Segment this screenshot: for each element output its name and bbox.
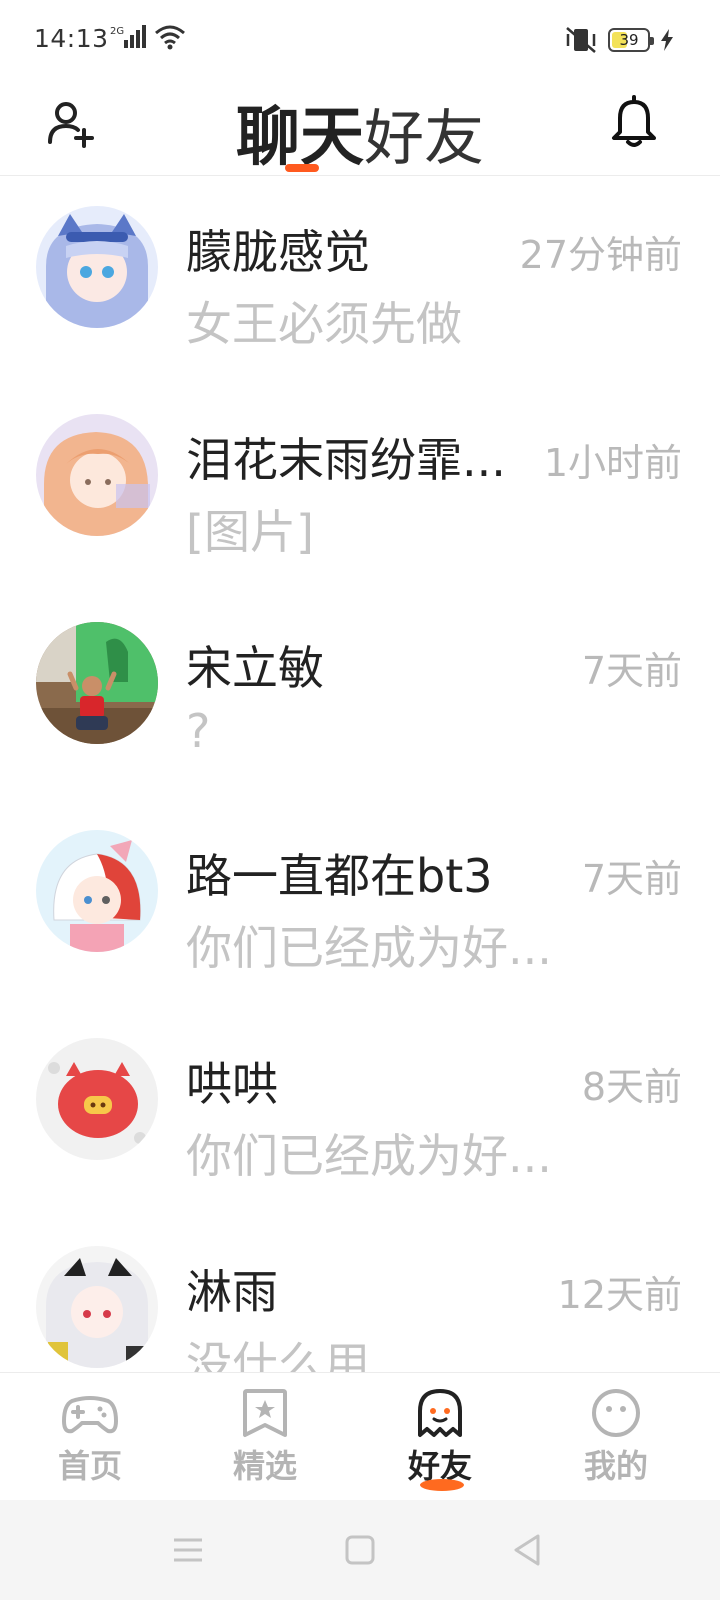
chat-name: 路一直都在bt3 — [186, 849, 493, 903]
chat-list[interactable]: 朦胧感觉 27分钟前 女王必须先做 泪花末雨纷霏... 1小时前 [图片] 宋立… — [0, 176, 720, 1372]
chat-time: 8天前 — [581, 1065, 682, 1109]
star-bookmark-icon — [243, 1389, 287, 1437]
status-time: 14:13 — [34, 24, 109, 53]
avatar[interactable] — [36, 206, 158, 328]
battery-indicator: 39 — [608, 28, 654, 52]
chat-item[interactable]: 路一直都在bt3 7天前 你们已经成为好... — [0, 800, 720, 1008]
battery-level: 39 — [619, 31, 639, 49]
chat-item[interactable]: 宋立敏 7天前 ? — [0, 592, 720, 800]
nav-me[interactable]: 我的 — [556, 1387, 676, 1497]
network-type: 2G — [110, 26, 124, 37]
nav-home[interactable]: 首页 — [30, 1387, 150, 1497]
nav-label: 精选 — [232, 1447, 297, 1485]
chat-last-message: [图片] — [186, 505, 314, 559]
chat-name: 淋雨 — [186, 1265, 278, 1319]
header: 聊天 好友 — [0, 80, 720, 176]
chat-last-message: 没什么用 — [186, 1337, 370, 1372]
bottom-nav: 首页 精选 好友 我的 — [0, 1372, 720, 1500]
system-nav-bar — [0, 1500, 720, 1600]
chat-item[interactable]: 泪花末雨纷霏... 1小时前 [图片] — [0, 384, 720, 592]
wifi-icon — [155, 25, 185, 50]
avatar[interactable] — [36, 622, 158, 744]
chat-name: 宋立敏 — [186, 641, 324, 695]
nav-friends[interactable]: 好友 — [380, 1387, 500, 1497]
chat-last-message: 你们已经成为好... — [186, 921, 552, 975]
bell-icon — [612, 95, 656, 147]
chat-time: 7天前 — [581, 649, 682, 693]
avatar[interactable] — [36, 830, 158, 952]
chat-name: 哄哄 — [186, 1057, 278, 1111]
status-right-icons: 39 — [564, 26, 674, 54]
chat-item[interactable]: 朦胧感觉 27分钟前 女王必须先做 — [0, 176, 720, 384]
avatar[interactable] — [36, 414, 158, 536]
ghost-icon — [418, 1389, 462, 1437]
chat-last-message: ? — [186, 704, 211, 758]
tab-friends[interactable]: 好友 — [364, 90, 484, 177]
signal-icon: 2G — [110, 25, 146, 48]
chat-name: 泪花末雨纷霏... — [186, 433, 506, 487]
menu-icon[interactable] — [168, 1530, 208, 1570]
home-square-icon[interactable] — [340, 1530, 380, 1570]
chat-last-message: 女王必须先做 — [186, 297, 462, 351]
chat-item[interactable]: 淋雨 12天前 没什么用 — [0, 1216, 720, 1372]
chat-item[interactable]: 哄哄 8天前 你们已经成为好... — [0, 1008, 720, 1216]
chat-last-message: 你们已经成为好... — [186, 1129, 552, 1183]
vibrate-mute-icon — [566, 27, 596, 53]
back-triangle-icon[interactable] — [508, 1530, 548, 1570]
avatar[interactable] — [36, 1246, 158, 1368]
nav-featured[interactable]: 精选 — [205, 1387, 325, 1497]
chat-time: 1小时前 — [543, 441, 682, 485]
chat-name: 朦胧感觉 — [186, 225, 370, 279]
active-tab-indicator — [285, 164, 319, 172]
notification-button[interactable] — [606, 94, 662, 150]
smiley-icon — [592, 1389, 640, 1437]
nav-label: 首页 — [57, 1447, 122, 1485]
nav-label: 我的 — [583, 1447, 648, 1485]
active-nav-indicator — [420, 1479, 464, 1491]
chat-time: 27分钟前 — [519, 233, 682, 277]
chat-time: 7天前 — [581, 857, 682, 901]
gamepad-icon — [62, 1396, 118, 1434]
status-left-icons: 2G — [110, 24, 186, 50]
status-bar: 14:13 2G 39 — [0, 0, 720, 80]
charging-icon — [661, 29, 673, 51]
chat-time: 12天前 — [557, 1273, 682, 1317]
avatar[interactable] — [36, 1038, 158, 1160]
